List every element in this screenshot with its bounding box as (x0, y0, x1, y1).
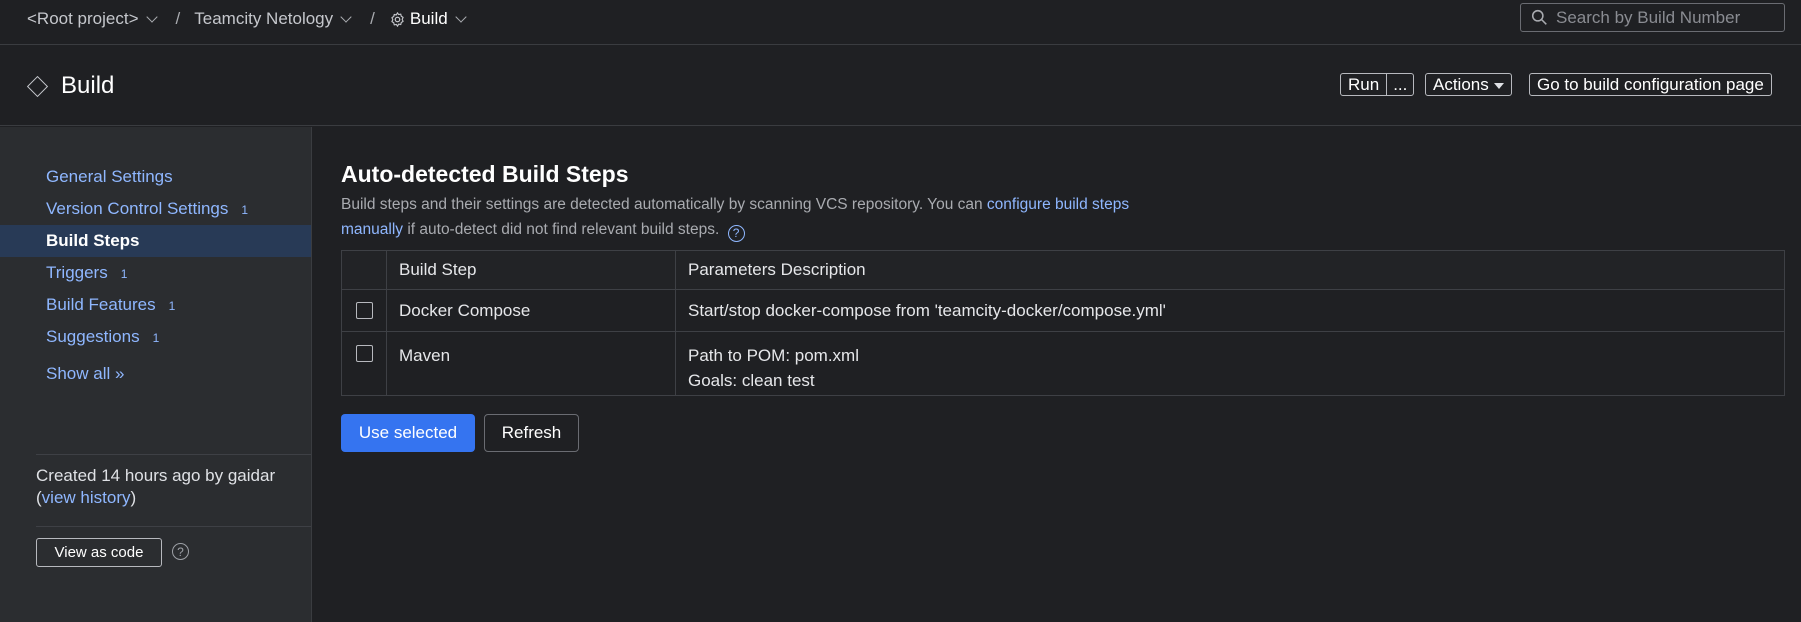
sidebar-item-suggestions[interactable]: Suggestions 1 (0, 321, 311, 353)
sidebar-item-label: Triggers (46, 263, 108, 282)
page-title-wrap: Build (26, 72, 115, 100)
sidebar-item-label: Build Steps (46, 231, 140, 250)
table-cell-step: Docker Compose (386, 289, 676, 332)
chevron-down-icon (340, 11, 352, 23)
table-row: Docker Compose Start/stop docker-compose… (341, 289, 1785, 332)
sidebar-item-build-features[interactable]: Build Features 1 (0, 289, 311, 321)
count-badge: 1 (120, 267, 128, 281)
refresh-button[interactable]: Refresh (484, 414, 579, 452)
table-cell-params: Path to POM: pom.xml Goals: clean test (675, 331, 1785, 396)
search-icon (1531, 9, 1547, 25)
description-text-2: if auto-detect did not find relevant bui… (403, 221, 720, 238)
column-header-build-step: Build Step (386, 250, 676, 290)
sidebar-nav: General Settings Version Control Setting… (0, 161, 311, 353)
description-text: Build steps and their settings are detec… (341, 196, 987, 213)
run-button-group: Run ... (1340, 73, 1415, 96)
page-title: Build (61, 72, 115, 99)
use-selected-button[interactable]: Use selected (341, 414, 475, 452)
breadcrumb-label: <Root project> (27, 9, 139, 28)
diamond-icon (26, 75, 49, 97)
sidebar-item-label: Build Features (46, 295, 156, 314)
created-text: Created 14 hours ago by gaidar (36, 466, 276, 485)
gear-icon (391, 11, 404, 27)
sidebar: General Settings Version Control Setting… (0, 127, 312, 622)
count-badge: 1 (152, 331, 160, 345)
show-all-link[interactable]: Show all » (46, 364, 124, 384)
view-as-code-button[interactable]: View as code (36, 538, 162, 567)
sidebar-item-label: General Settings (46, 167, 173, 186)
section-heading: Auto-detected Build Steps (341, 161, 629, 187)
build-steps-table: Build Step Parameters Description Docker… (341, 250, 1785, 396)
column-header-select (341, 250, 387, 290)
param-line: Path to POM: pom.xml (688, 346, 859, 365)
breadcrumb-label: Build (409, 9, 448, 28)
help-icon[interactable]: ? (727, 225, 745, 242)
table-cell-params: Start/stop docker-compose from 'teamcity… (675, 289, 1785, 332)
table-row: Maven Path to POM: pom.xml Goals: clean … (341, 331, 1785, 396)
help-icon[interactable]: ? (172, 543, 189, 560)
table-cell-select (341, 331, 387, 396)
run-button[interactable]: Run (1341, 74, 1386, 95)
table-cell-select (341, 289, 387, 332)
goto-label: Go to build configuration page (1537, 74, 1764, 94)
param-line: Goals: clean test (688, 371, 815, 390)
breadcrumb-build-config[interactable]: Build (389, 9, 467, 29)
breadcrumb-root-project[interactable]: <Root project> (27, 9, 158, 29)
chevron-down-icon (145, 11, 158, 23)
breadcrumb-separator: / (175, 9, 181, 28)
search-box[interactable] (1520, 3, 1785, 32)
column-header-parameters: Parameters Description (675, 250, 1785, 290)
row-checkbox[interactable] (356, 345, 373, 362)
param-line: Start/stop docker-compose from 'teamcity… (688, 300, 1166, 320)
sidebar-item-label: Version Control Settings (46, 199, 229, 218)
actions-button[interactable]: Actions (1425, 73, 1512, 96)
actions-label: Actions (1433, 74, 1489, 94)
search-input[interactable] (1556, 7, 1776, 28)
chevron-down-icon (455, 11, 467, 23)
goto-build-config-button[interactable]: Go to build configuration page (1529, 73, 1772, 96)
sidebar-item-version-control-settings[interactable]: Version Control Settings 1 (0, 193, 311, 225)
sidebar-item-build-steps[interactable]: Build Steps (0, 225, 311, 257)
sidebar-item-label: Suggestions (46, 327, 140, 346)
sidebar-divider (36, 454, 311, 455)
caret-down-icon (1493, 82, 1504, 89)
section-description: Build steps and their settings are detec… (341, 192, 1171, 242)
top-bar: <Root project> / Teamcity Netology / Bui… (0, 0, 1801, 45)
row-checkbox[interactable] (356, 302, 373, 319)
sidebar-item-general-settings[interactable]: General Settings (0, 161, 311, 193)
table-cell-step: Maven (386, 331, 676, 396)
created-info: Created 14 hours ago by gaidar (view hist… (36, 466, 276, 507)
breadcrumb: <Root project> / Teamcity Netology / Bui… (27, 9, 467, 29)
sidebar-divider (36, 526, 311, 527)
breadcrumb-label: Teamcity Netology (194, 9, 334, 28)
breadcrumb-separator: / (370, 9, 375, 28)
count-badge: 1 (168, 299, 176, 313)
count-badge: 1 (241, 203, 249, 217)
page-header: Build Run ... Actions Go to build config… (0, 46, 1801, 126)
sidebar-item-triggers[interactable]: Triggers 1 (0, 257, 311, 289)
view-history-link[interactable]: view history (42, 488, 131, 507)
breadcrumb-project[interactable]: Teamcity Netology (194, 9, 352, 29)
run-options-button[interactable]: ... (1386, 74, 1413, 95)
table-header-row: Build Step Parameters Description (341, 250, 1785, 290)
